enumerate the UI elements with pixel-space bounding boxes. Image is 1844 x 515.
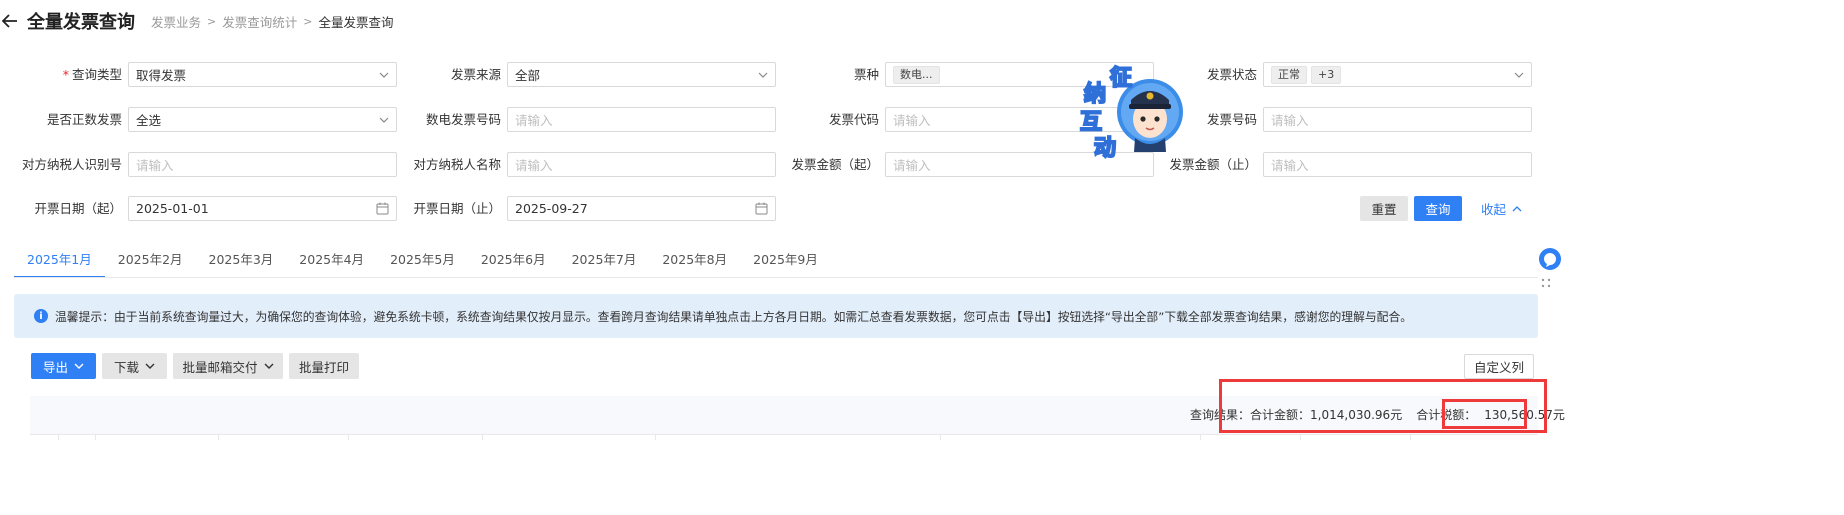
tab-2025-08[interactable]: 2025年8月: [649, 248, 740, 278]
floating-assistant[interactable]: [1536, 244, 1566, 300]
chat-bubble-icon: [1539, 248, 1561, 288]
table-column-divider: [95, 434, 96, 440]
invoice-code-label: 发票代码: [828, 112, 879, 127]
highlight-box-tax: [1442, 399, 1527, 429]
table-column-divider: [348, 434, 349, 440]
table-header-border: [30, 434, 1538, 435]
tabs-divider: [14, 277, 1538, 278]
invoice-status-label: 发票状态: [1206, 67, 1257, 82]
query-button[interactable]: 查询: [1414, 196, 1462, 221]
query-type-select[interactable]: 取得发票: [128, 62, 397, 87]
tab-2025-02[interactable]: 2025年2月: [105, 248, 196, 278]
digital-no-input[interactable]: 请输入: [507, 107, 776, 132]
mascot-badge[interactable]: 征 纳 互 动: [1079, 62, 1186, 162]
is-positive-label: 是否正数发票: [46, 112, 122, 127]
breadcrumb-item-current: 全量发票查询: [318, 14, 394, 30]
breadcrumb: 发票业务 > 发票查询统计 > 全量发票查询: [151, 12, 393, 31]
date-from-picker[interactable]: 2025-01-01: [128, 196, 397, 221]
page: 全量发票查询 发票业务 > 发票查询统计 > 全量发票查询 * 查询类型 取得发票…: [0, 0, 1844, 515]
table-column-divider: [218, 434, 219, 440]
amount-from-label: 发票金额（起）: [791, 157, 879, 172]
export-button[interactable]: 导出: [31, 353, 96, 379]
batch-mail-button[interactable]: 批量邮箱交付: [173, 353, 283, 379]
breadcrumb-item-business[interactable]: 发票业务: [151, 12, 201, 31]
table-column-divider: [1300, 434, 1301, 440]
chevron-down-icon: [74, 363, 84, 369]
chevron-up-icon: [1512, 205, 1522, 212]
invoice-no-label: 发票号码: [1206, 112, 1257, 127]
batch-print-button[interactable]: 批量打印: [289, 353, 359, 379]
table-column-divider: [655, 434, 656, 440]
back-arrow-icon[interactable]: [2, 12, 20, 30]
breadcrumb-separator-icon: >: [207, 14, 217, 28]
collapse-toggle[interactable]: 收起: [1481, 196, 1522, 221]
status-tag-normal: 正常: [1271, 65, 1307, 84]
counterparty-name-input[interactable]: 请输入: [507, 152, 776, 177]
date-to-label: 开票日期（止）: [413, 201, 501, 216]
is-positive-select[interactable]: 全选: [128, 107, 397, 132]
ticket-type-label: 票种: [853, 67, 879, 82]
info-icon: i: [34, 309, 48, 323]
table-column-divider: [482, 434, 483, 440]
custom-columns-button[interactable]: 自定义列: [1464, 354, 1534, 379]
tab-2025-01[interactable]: 2025年1月: [14, 248, 105, 278]
amount-to-input[interactable]: 请输入: [1263, 152, 1532, 177]
counterparty-name-label: 对方纳税人名称: [413, 157, 501, 172]
chevron-down-icon: [758, 70, 768, 80]
counterparty-id-input[interactable]: 请输入: [128, 152, 397, 177]
notice-text: 温馨提示：由于当前系统查询量过大，为确保您的查询体验，避免系统卡顿，系统查询结果…: [55, 309, 1413, 324]
invoice-source-select[interactable]: 全部: [507, 62, 776, 87]
status-tag-more: +3: [1311, 65, 1342, 84]
notice-banner: i 温馨提示：由于当前系统查询量过大，为确保您的查询体验，避免系统卡顿，系统查询…: [14, 294, 1538, 338]
download-button[interactable]: 下载: [102, 353, 167, 379]
digital-no-label: 数电发票号码: [425, 112, 501, 127]
breadcrumb-separator-icon: >: [303, 14, 313, 28]
chevron-down-icon: [379, 115, 389, 125]
ticket-type-tag: 数电...: [893, 65, 940, 84]
tab-2025-09[interactable]: 2025年9月: [740, 248, 831, 278]
table-column-divider: [58, 434, 59, 440]
tab-2025-05[interactable]: 2025年5月: [377, 248, 468, 278]
table-column-divider: [1200, 434, 1201, 440]
counterparty-id-label: 对方纳税人识别号: [21, 157, 122, 172]
calendar-icon: [376, 202, 389, 215]
table-column-divider: [940, 434, 941, 440]
chevron-down-icon: [264, 363, 274, 369]
reset-button[interactable]: 重置: [1360, 196, 1408, 221]
tab-2025-06[interactable]: 2025年6月: [468, 248, 559, 278]
invoice-no-input[interactable]: 请输入: [1263, 107, 1532, 132]
date-from-label: 开票日期（起）: [34, 201, 122, 216]
breadcrumb-item-stats[interactable]: 发票查询统计: [222, 12, 297, 31]
tab-2025-03[interactable]: 2025年3月: [196, 248, 287, 278]
tab-2025-04[interactable]: 2025年4月: [286, 248, 377, 278]
page-title: 全量发票查询: [27, 12, 135, 33]
invoice-status-select[interactable]: 正常 +3: [1263, 62, 1532, 87]
month-tabs: 2025年1月 2025年2月 2025年3月 2025年4月 2025年5月 …: [14, 248, 831, 278]
chevron-down-icon: [1514, 70, 1524, 80]
chevron-down-icon: [145, 363, 155, 369]
chevron-down-icon: [379, 70, 389, 80]
calendar-icon: [755, 202, 768, 215]
date-to-picker[interactable]: 2025-09-27: [507, 196, 776, 221]
query-type-label: * 查询类型: [62, 67, 122, 82]
table-column-divider: [1410, 434, 1411, 440]
page-header: 全量发票查询 发票业务 > 发票查询统计 > 全量发票查询: [0, 8, 393, 34]
tab-2025-07[interactable]: 2025年7月: [559, 248, 650, 278]
invoice-source-label: 发票来源: [450, 67, 501, 82]
